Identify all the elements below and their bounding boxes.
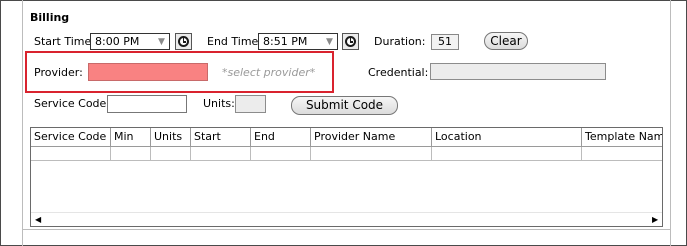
provider-input[interactable] (88, 63, 208, 81)
panel-divider-right (670, 0, 671, 246)
dropdown-arrow-icon[interactable]: ▼ (158, 35, 165, 49)
scroll-left-icon[interactable]: ◀ (35, 215, 41, 225)
column-header-template-name[interactable]: Template Name (582, 128, 662, 147)
table-cell[interactable] (111, 147, 151, 161)
duration-value: 51 (431, 34, 459, 50)
table-row[interactable] (31, 147, 662, 161)
table-cell[interactable] (251, 147, 311, 161)
service-code-label: Service Code: (34, 97, 111, 110)
column-header-location[interactable]: Location (432, 128, 582, 147)
billing-title: Billing (30, 11, 70, 24)
service-code-input[interactable] (107, 95, 187, 113)
provider-placeholder[interactable]: *select provider* (222, 66, 315, 79)
start-time-clock-button[interactable] (175, 33, 192, 50)
horizontal-scrollbar[interactable]: ◀ ▶ (31, 212, 662, 226)
column-header-service-code[interactable]: Service Code (31, 128, 111, 147)
credential-field (430, 63, 606, 80)
scrollbar-track[interactable] (45, 216, 648, 224)
end-time-label: End Time: (207, 35, 263, 48)
clock-icon (345, 36, 356, 47)
provider-label: Provider: (34, 66, 83, 79)
clear-button[interactable]: Clear (484, 32, 528, 50)
end-time-clock-button[interactable] (342, 33, 359, 50)
column-header-provider-name[interactable]: Provider Name (311, 128, 432, 147)
billing-grid[interactable]: Service Code Min Units Start End Provide… (30, 127, 663, 227)
units-label: Units: (203, 97, 235, 110)
submit-code-button[interactable]: Submit Code (291, 96, 398, 115)
panel-divider-left (22, 0, 23, 246)
column-header-min[interactable]: Min (111, 128, 151, 147)
units-field (235, 95, 266, 113)
table-cell[interactable] (311, 147, 432, 161)
duration-label: Duration: (374, 35, 426, 48)
table-cell[interactable] (432, 147, 582, 161)
column-header-start[interactable]: Start (191, 128, 251, 147)
table-cell[interactable] (31, 147, 111, 161)
grid-header: Service Code Min Units Start End Provide… (31, 128, 662, 147)
clock-icon (178, 36, 189, 47)
table-cell[interactable] (582, 147, 662, 161)
dropdown-arrow-icon[interactable]: ▼ (326, 35, 333, 49)
credential-label: Credential: (368, 66, 429, 79)
column-header-units[interactable]: Units (151, 128, 191, 147)
scroll-right-icon[interactable]: ▶ (652, 215, 658, 225)
table-cell[interactable] (191, 147, 251, 161)
column-header-end[interactable]: End (251, 128, 311, 147)
start-time-label: Start Time: (34, 35, 95, 48)
panel-divider-bottom (22, 229, 671, 230)
table-cell[interactable] (151, 147, 191, 161)
